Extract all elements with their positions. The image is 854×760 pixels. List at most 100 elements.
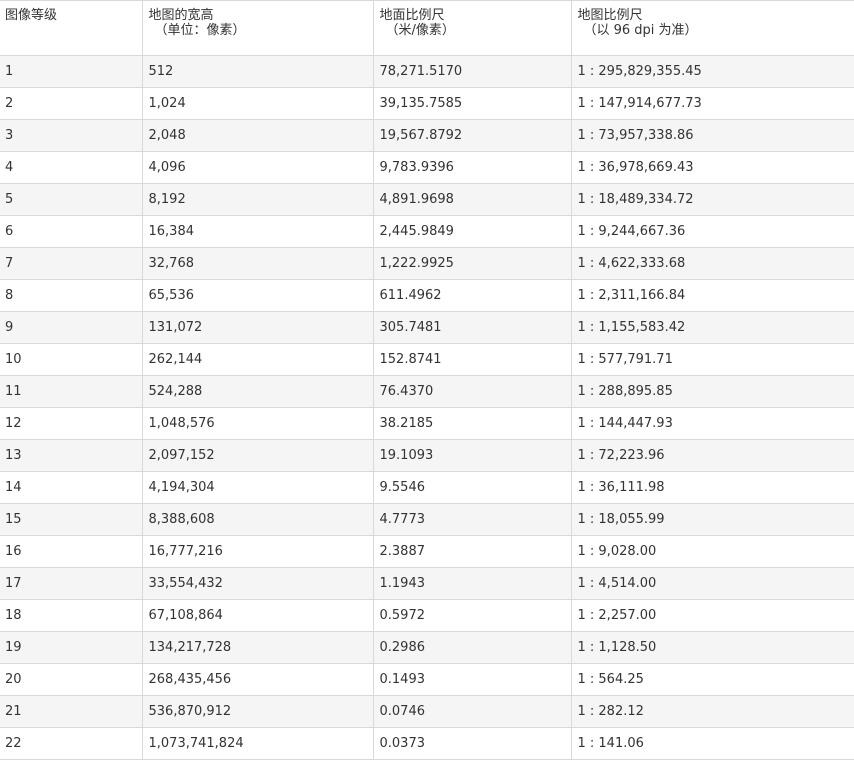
table-row: 14 4,194,304 9.5546 1 : 36,111.98 xyxy=(0,471,854,504)
cell-level: 7 xyxy=(0,247,142,280)
table-header: 图像等级 地图的宽高 （单位：像素） 地面比例尺 （米/像素） 地图比例尺 （以… xyxy=(0,0,854,56)
table-row: 20 268,435,456 0.1493 1 : 564.25 xyxy=(0,663,854,696)
table-row: 19 134,217,728 0.2986 1 : 1,128.50 xyxy=(0,631,854,664)
cell-ground-resolution: 1.1943 xyxy=(372,567,571,600)
table-row: 17 33,554,432 1.1943 1 : 4,514.00 xyxy=(0,567,854,600)
cell-map-size: 524,288 xyxy=(141,375,373,408)
cell-map-size: 2,048 xyxy=(141,119,373,152)
cell-level: 17 xyxy=(0,567,142,600)
cell-level: 14 xyxy=(0,471,142,504)
cell-ground-resolution: 305.7481 xyxy=(372,311,571,344)
header-row: 图像等级 地图的宽高 （单位：像素） 地面比例尺 （米/像素） 地图比例尺 （以… xyxy=(0,0,854,56)
header-map-scale-note: （以 96 dpi 为准） xyxy=(583,23,698,38)
table-row: 11 524,288 76.4370 1 : 288,895.85 xyxy=(0,375,854,408)
cell-map-scale: 1 : 4,622,333.68 xyxy=(570,247,854,280)
cell-map-scale: 1 : 282.12 xyxy=(570,695,854,728)
cell-map-size: 131,072 xyxy=(141,311,373,344)
table-row: 5 8,192 4,891.9698 1 : 18,489,334.72 xyxy=(0,183,854,216)
header-map-size-label: 地图的宽高 xyxy=(148,8,214,23)
cell-ground-resolution: 0.0373 xyxy=(372,727,571,760)
cell-ground-resolution: 4.7773 xyxy=(372,503,571,536)
table-body: 1 512 78,271.5170 1 : 295,829,355.45 2 1,024 3… xyxy=(0,55,854,760)
table-row: 21 536,870,912 0.0746 1 : 282.12 xyxy=(0,695,854,728)
cell-map-size: 2,097,152 xyxy=(141,439,373,472)
cell-level: 4 xyxy=(0,151,142,184)
cell-map-scale: 1 : 18,489,334.72 xyxy=(570,183,854,216)
cell-ground-resolution: 0.0746 xyxy=(372,695,571,728)
cell-map-size: 8,192 xyxy=(141,183,373,216)
table-row: 15 8,388,608 4.7773 1 : 18,055.99 xyxy=(0,503,854,536)
cell-ground-resolution: 1,222.9925 xyxy=(372,247,571,280)
cell-map-size: 4,096 xyxy=(141,151,373,184)
cell-ground-resolution: 76.4370 xyxy=(372,375,571,408)
cell-map-scale: 1 : 144,447.93 xyxy=(570,407,854,440)
cell-ground-resolution: 38.2185 xyxy=(372,407,571,440)
cell-level: 21 xyxy=(0,695,142,728)
cell-map-size: 8,388,608 xyxy=(141,503,373,536)
cell-map-size: 268,435,456 xyxy=(141,663,373,696)
cell-level: 13 xyxy=(0,439,142,472)
table-row: 22 1,073,741,824 0.0373 1 : 141.06 xyxy=(0,727,854,760)
cell-level: 5 xyxy=(0,183,142,216)
cell-map-scale: 1 : 9,244,667.36 xyxy=(570,215,854,248)
cell-map-scale: 1 : 2,257.00 xyxy=(570,599,854,632)
cell-level: 12 xyxy=(0,407,142,440)
cell-map-size: 32,768 xyxy=(141,247,373,280)
header-map-size: 地图的宽高 （单位：像素） xyxy=(141,0,373,56)
cell-map-scale: 1 : 288,895.85 xyxy=(570,375,854,408)
cell-ground-resolution: 152.8741 xyxy=(372,343,571,376)
cell-level: 20 xyxy=(0,663,142,696)
table-row: 8 65,536 611.4962 1 : 2,311,166.84 xyxy=(0,279,854,312)
cell-map-size: 65,536 xyxy=(141,279,373,312)
cell-map-scale: 1 : 295,829,355.45 xyxy=(570,55,854,88)
cell-ground-resolution: 2.3887 xyxy=(372,535,571,568)
cell-level: 22 xyxy=(0,727,142,760)
cell-map-size: 67,108,864 xyxy=(141,599,373,632)
cell-level: 11 xyxy=(0,375,142,408)
table-row: 4 4,096 9,783.9396 1 : 36,978,669.43 xyxy=(0,151,854,184)
cell-map-scale: 1 : 72,223.96 xyxy=(570,439,854,472)
table-row: 1 512 78,271.5170 1 : 295,829,355.45 xyxy=(0,55,854,88)
cell-level: 16 xyxy=(0,535,142,568)
cell-ground-resolution: 611.4962 xyxy=(372,279,571,312)
cell-level: 2 xyxy=(0,87,142,120)
table-row: 2 1,024 39,135.7585 1 : 147,914,677.73 xyxy=(0,87,854,120)
table-row: 10 262,144 152.8741 1 : 577,791.71 xyxy=(0,343,854,376)
cell-map-scale: 1 : 577,791.71 xyxy=(570,343,854,376)
cell-ground-resolution: 9.5546 xyxy=(372,471,571,504)
header-map-scale-label: 地图比例尺 xyxy=(577,8,643,23)
cell-ground-resolution: 78,271.5170 xyxy=(372,55,571,88)
cell-ground-resolution: 9,783.9396 xyxy=(372,151,571,184)
cell-map-scale: 1 : 18,055.99 xyxy=(570,503,854,536)
cell-ground-resolution: 0.5972 xyxy=(372,599,571,632)
cell-ground-resolution: 0.1493 xyxy=(372,663,571,696)
cell-map-scale: 1 : 36,978,669.43 xyxy=(570,151,854,184)
cell-map-size: 16,384 xyxy=(141,215,373,248)
cell-level: 3 xyxy=(0,119,142,152)
table-row: 16 16,777,216 2.3887 1 : 9,028.00 xyxy=(0,535,854,568)
cell-map-scale: 1 : 2,311,166.84 xyxy=(570,279,854,312)
header-level-label: 图像等级 xyxy=(5,8,58,23)
cell-map-scale: 1 : 1,128.50 xyxy=(570,631,854,664)
cell-map-scale: 1 : 147,914,677.73 xyxy=(570,87,854,120)
cell-map-scale: 1 : 4,514.00 xyxy=(570,567,854,600)
header-map-size-unit: （单位：像素） xyxy=(154,23,246,38)
cell-map-size: 1,024 xyxy=(141,87,373,120)
cell-level: 19 xyxy=(0,631,142,664)
cell-level: 8 xyxy=(0,279,142,312)
cell-ground-resolution: 19,567.8792 xyxy=(372,119,571,152)
table-row: 7 32,768 1,222.9925 1 : 4,622,333.68 xyxy=(0,247,854,280)
table-row: 13 2,097,152 19.1093 1 : 72,223.96 xyxy=(0,439,854,472)
cell-map-size: 1,073,741,824 xyxy=(141,727,373,760)
cell-ground-resolution: 0.2986 xyxy=(372,631,571,664)
cell-map-size: 134,217,728 xyxy=(141,631,373,664)
cell-map-size: 1,048,576 xyxy=(141,407,373,440)
header-map-scale: 地图比例尺 （以 96 dpi 为准） xyxy=(570,0,854,56)
cell-map-size: 512 xyxy=(141,55,373,88)
cell-ground-resolution: 2,445.9849 xyxy=(372,215,571,248)
cell-level: 6 xyxy=(0,215,142,248)
header-ground-resolution: 地面比例尺 （米/像素） xyxy=(372,0,571,56)
header-ground-resolution-label: 地面比例尺 xyxy=(379,8,445,23)
cell-ground-resolution: 19.1093 xyxy=(372,439,571,472)
cell-map-size: 16,777,216 xyxy=(141,535,373,568)
